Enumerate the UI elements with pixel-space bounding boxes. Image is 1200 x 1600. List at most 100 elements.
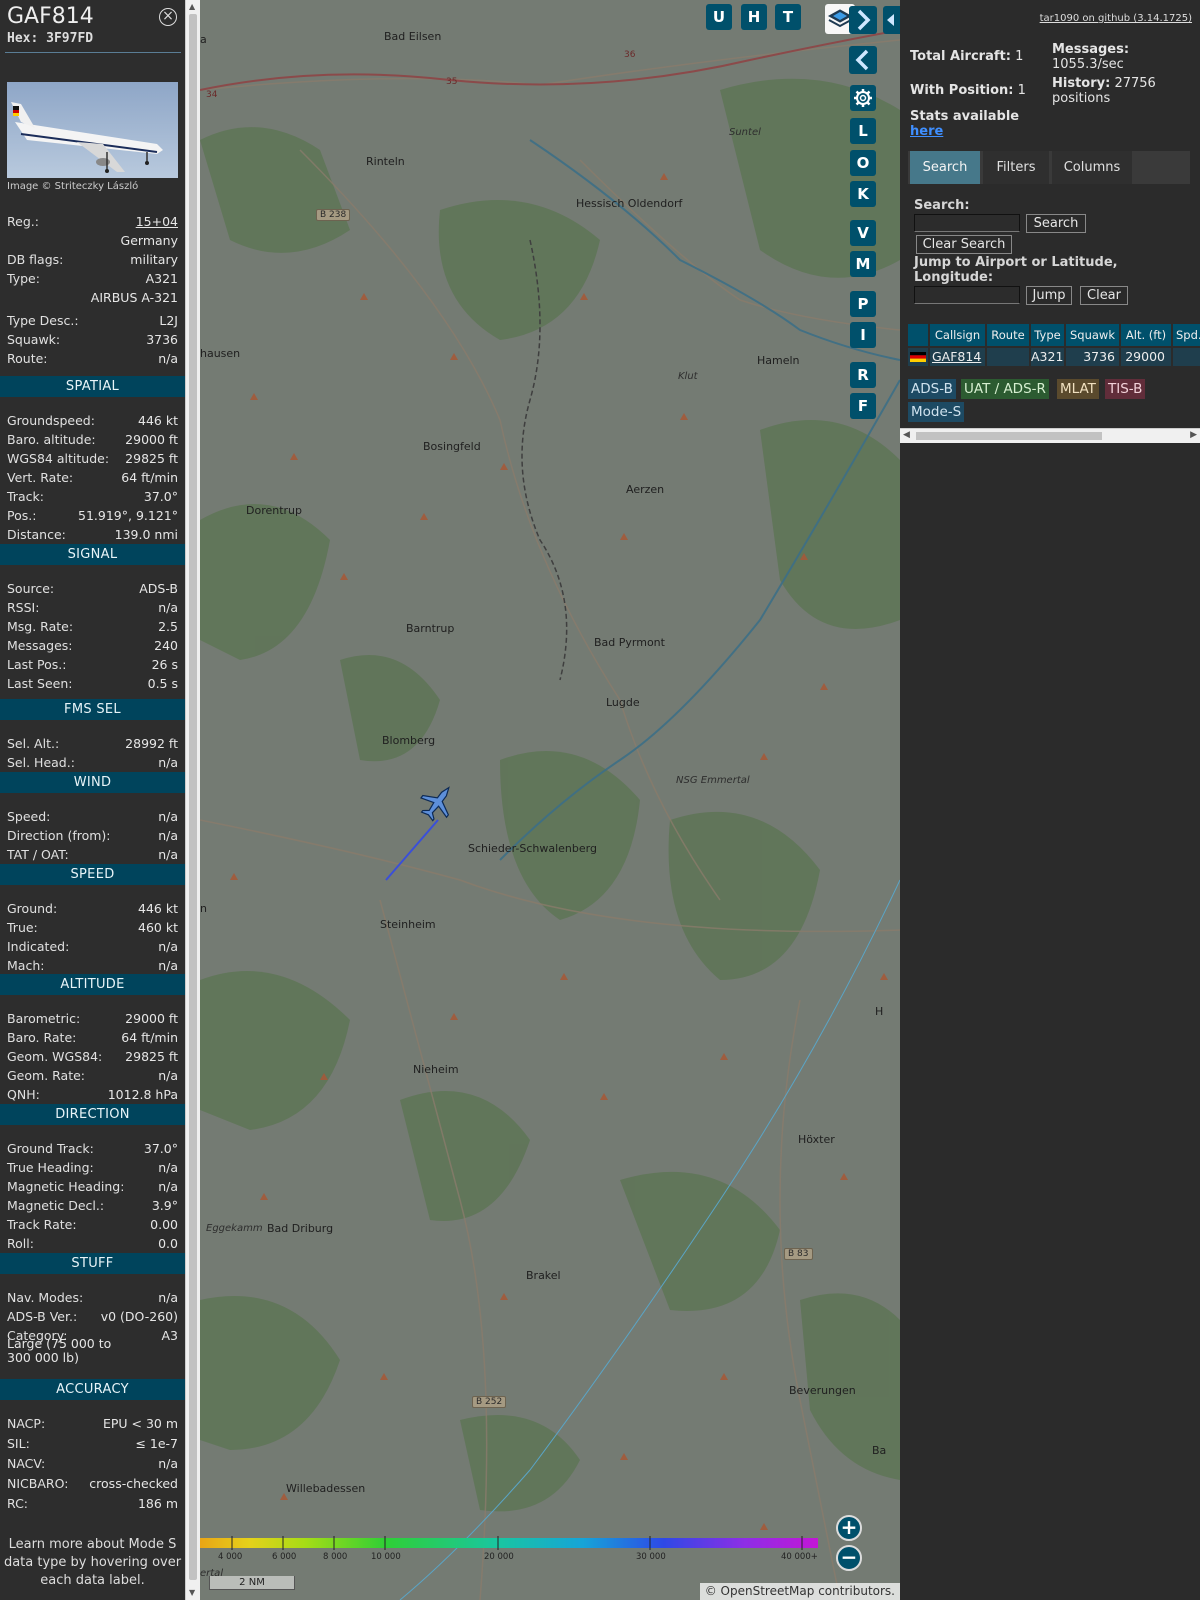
label[interactable]: True: xyxy=(7,919,38,937)
clear-button[interactable]: Clear xyxy=(1080,286,1128,305)
label[interactable]: RSSI: xyxy=(7,599,39,617)
label[interactable]: Roll: xyxy=(7,1235,34,1253)
sidebar-scrollbar[interactable]: ▲ ▼ xyxy=(185,0,200,1600)
place-label: Aerzen xyxy=(626,483,665,496)
aircraft-photo[interactable] xyxy=(7,82,178,178)
scrollbar-thumb[interactable] xyxy=(189,14,197,1580)
button-f[interactable]: F xyxy=(850,393,876,419)
label[interactable]: Msg. Rate: xyxy=(7,618,73,636)
jump-input[interactable] xyxy=(914,286,1020,304)
label[interactable]: QNH: xyxy=(7,1086,40,1104)
section-wind[interactable]: WIND xyxy=(0,772,185,793)
label[interactable]: Magnetic Heading: xyxy=(7,1178,124,1196)
scrollbar-thumb[interactable] xyxy=(916,432,1102,440)
label[interactable]: Vert. Rate: xyxy=(7,469,73,487)
label[interactable]: RC: xyxy=(7,1495,28,1513)
label[interactable]: NACV: xyxy=(7,1455,45,1473)
column-flag[interactable] xyxy=(908,324,928,346)
label[interactable]: Direction (from): xyxy=(7,827,111,845)
label[interactable]: Indicated: xyxy=(7,938,69,956)
label[interactable]: Mach: xyxy=(7,957,44,975)
tab-filters[interactable]: Filters xyxy=(983,151,1049,184)
section-spatial[interactable]: SPATIAL xyxy=(0,376,185,397)
label[interactable]: NACP: xyxy=(7,1415,45,1433)
label[interactable]: Distance: xyxy=(7,526,66,544)
clear-search-button[interactable]: Clear Search xyxy=(916,235,1012,254)
callsign-cell[interactable]: GAF814 xyxy=(930,348,985,366)
column-route[interactable]: Route xyxy=(987,324,1029,346)
label[interactable]: Sel. Head.: xyxy=(7,754,75,772)
label[interactable]: Source: xyxy=(7,580,54,598)
button-k[interactable]: K xyxy=(850,181,876,207)
search-input[interactable] xyxy=(914,214,1020,232)
label[interactable]: SIL: xyxy=(7,1435,30,1453)
section-accuracy[interactable]: ACCURACY xyxy=(0,1379,185,1400)
section-speed[interactable]: SPEED xyxy=(0,864,185,885)
section-altitude[interactable]: ALTITUDE xyxy=(0,974,185,995)
section-direction[interactable]: DIRECTION xyxy=(0,1104,185,1125)
label[interactable]: Nav. Modes: xyxy=(7,1289,83,1307)
label[interactable]: Geom. Rate: xyxy=(7,1067,85,1085)
section-fms[interactable]: FMS SEL xyxy=(0,699,185,720)
button-o[interactable]: O xyxy=(850,150,876,176)
column-callsign[interactable]: Callsign xyxy=(930,324,985,346)
table-horizontal-scrollbar[interactable]: ◀ ▶ xyxy=(900,428,1200,443)
label[interactable]: Pos.: xyxy=(7,507,36,525)
label[interactable]: Geom. WGS84: xyxy=(7,1048,102,1066)
label[interactable]: Magnetic Decl.: xyxy=(7,1197,104,1215)
button-h[interactable]: H xyxy=(741,4,767,30)
scroll-down-icon[interactable]: ▼ xyxy=(189,1588,195,1597)
label[interactable]: Speed: xyxy=(7,808,50,826)
zoom-out-button[interactable]: − xyxy=(836,1545,862,1571)
button-v[interactable]: V xyxy=(850,220,876,246)
column-speed[interactable]: Spd. xyxy=(1173,324,1200,346)
label[interactable]: Ground: xyxy=(7,900,57,918)
column-type[interactable]: Type xyxy=(1031,324,1064,346)
scroll-left-icon[interactable]: ◀ xyxy=(903,430,910,440)
column-altitude[interactable]: Alt. (ft) xyxy=(1121,324,1171,346)
label[interactable]: Track: xyxy=(7,488,44,506)
scroll-right-icon[interactable]: ▶ xyxy=(1190,430,1197,440)
button-u[interactable]: U xyxy=(706,4,732,30)
button-p[interactable]: P xyxy=(850,291,876,317)
search-button[interactable]: Search xyxy=(1026,214,1086,233)
label[interactable]: Sel. Alt.: xyxy=(7,735,59,753)
label[interactable]: Messages: xyxy=(7,637,73,655)
button-l[interactable]: L xyxy=(850,118,876,144)
map-canvas[interactable]: Bad Eilsen Rinteln Hessisch Oldendorf Su… xyxy=(200,0,900,1600)
label[interactable]: WGS84 altitude: xyxy=(7,450,109,468)
tab-columns[interactable]: Columns xyxy=(1052,151,1132,184)
label[interactable]: Barometric: xyxy=(7,1010,80,1028)
jump-button[interactable]: Jump xyxy=(1026,286,1072,305)
expand-panel-button[interactable] xyxy=(849,6,877,34)
label[interactable]: Baro. Rate: xyxy=(7,1029,76,1047)
label[interactable]: Last Seen: xyxy=(7,675,72,693)
github-link[interactable]: tar1090 on github (3.14.1725) xyxy=(1040,13,1192,24)
scroll-up-icon[interactable]: ▲ xyxy=(189,2,195,11)
stats-link[interactable]: here xyxy=(910,124,943,139)
column-squawk[interactable]: Squawk xyxy=(1066,324,1119,346)
label[interactable]: True Heading: xyxy=(7,1159,94,1177)
button-t[interactable]: T xyxy=(775,4,801,30)
label[interactable]: ADS-B Ver.: xyxy=(7,1308,77,1326)
reg-link[interactable]: 15+04 xyxy=(136,213,178,231)
button-r[interactable]: R xyxy=(850,362,876,388)
label[interactable]: Groundspeed: xyxy=(7,412,95,430)
tab-search[interactable]: Search xyxy=(910,151,980,184)
label[interactable]: Ground Track: xyxy=(7,1140,94,1158)
label[interactable]: TAT / OAT: xyxy=(7,846,69,864)
button-i[interactable]: I xyxy=(850,322,876,348)
section-stuff[interactable]: STUFF xyxy=(0,1253,185,1274)
label[interactable]: Baro. altitude: xyxy=(7,431,96,449)
label[interactable]: Last Pos.: xyxy=(7,656,66,674)
osm-link[interactable]: OpenStreetMap xyxy=(721,1584,815,1598)
close-icon[interactable]: × xyxy=(159,8,177,26)
label[interactable]: NICBARO: xyxy=(7,1475,68,1493)
toggle-sidebar-button[interactable] xyxy=(883,6,900,34)
zoom-in-button[interactable]: + xyxy=(836,1515,862,1541)
collapse-sidebar-button[interactable] xyxy=(849,46,877,74)
button-m[interactable]: M xyxy=(850,251,876,277)
section-signal[interactable]: SIGNAL xyxy=(0,544,185,565)
settings-button[interactable] xyxy=(850,85,876,111)
label[interactable]: Track Rate: xyxy=(7,1216,77,1234)
